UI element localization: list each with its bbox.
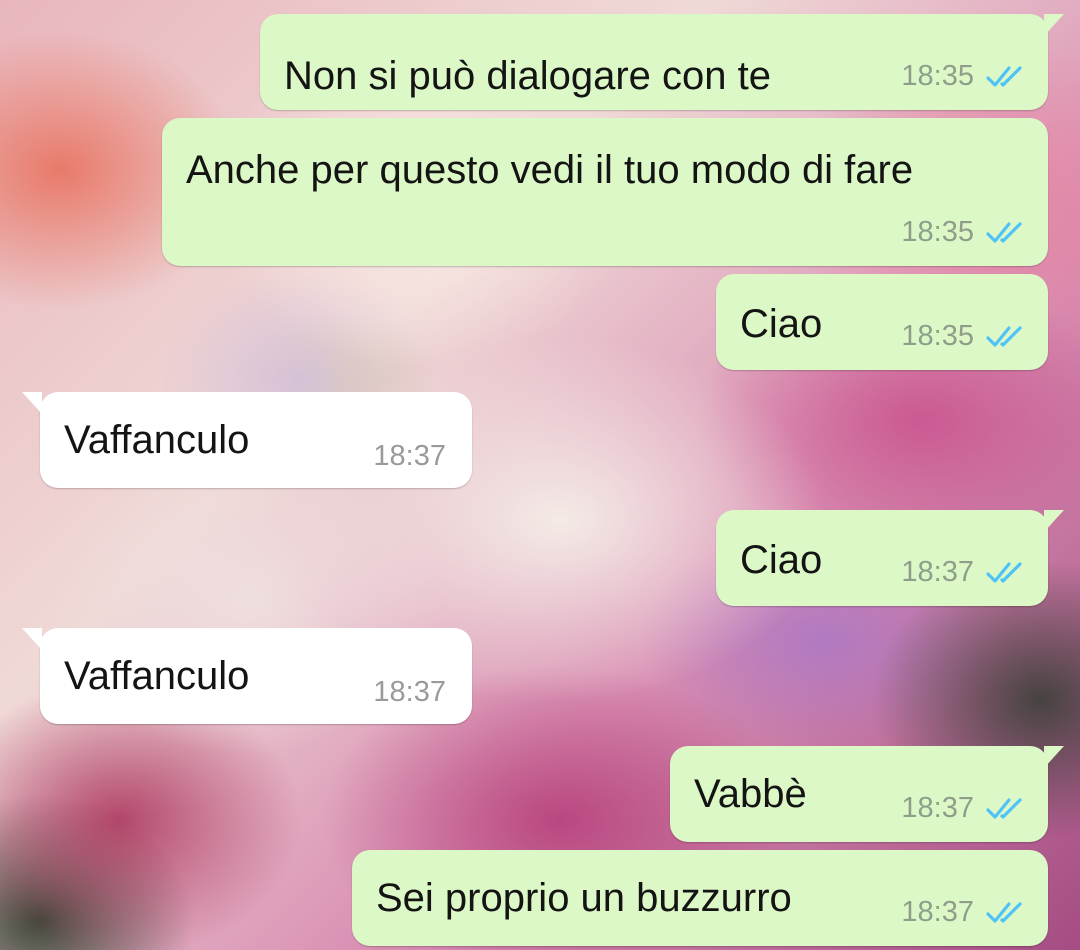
message-timestamp: 18:37 [373,440,446,472]
bubble-tail [1044,14,1064,36]
message-meta: 18:37 [901,794,1026,823]
message-text: Vabbè [694,772,807,816]
bubble-tail [1044,510,1064,532]
message-bubble-outgoing[interactable]: Vabbè 18:37 [670,746,1064,842]
message-text: Ciao [740,538,823,582]
message-timestamp: 18:37 [901,556,974,588]
message-timestamp: 18:35 [901,320,974,352]
bubble-tail [22,392,42,414]
message-meta: 18:35 [901,218,1026,247]
read-double-check-icon [986,901,1022,923]
message-bubble-outgoing[interactable]: Anche per questo vedi il tuo modo di far… [162,118,1048,266]
read-double-check-icon [986,65,1022,87]
read-double-check-icon [986,325,1022,347]
read-double-check-icon [986,797,1022,819]
message-bubble-incoming[interactable]: Vaffanculo 18:37 [22,628,472,724]
message-meta: 18:35 [901,62,1026,91]
message-bubble-outgoing[interactable]: Sei proprio un buzzurro 18:37 [352,850,1048,946]
message-text: Ciao [740,302,823,346]
message-text: Vaffanculo [64,654,250,698]
message-timestamp: 18:37 [901,896,974,928]
message-bubble-outgoing[interactable]: Ciao 18:35 [716,274,1048,370]
message-text: Non si può dialogare con te [284,54,771,98]
bubble-tail [22,628,42,650]
message-timestamp: 18:37 [901,792,974,824]
message-meta: 18:37 [373,678,446,707]
message-text: Sei proprio un buzzurro [376,876,792,920]
message-bubble-incoming[interactable]: Vaffanculo 18:37 [22,392,472,488]
message-text: Vaffanculo [64,418,250,462]
message-meta: 18:37 [373,442,446,471]
message-bubble-outgoing[interactable]: Ciao 18:37 [716,510,1064,606]
message-bubble-outgoing[interactable]: Non si può dialogare con te 18:35 [260,14,1064,110]
bubble-tail [1044,746,1064,768]
message-meta: 18:37 [901,898,1026,927]
read-double-check-icon [986,561,1022,583]
message-timestamp: 18:35 [901,216,974,248]
message-text: Anche per questo vedi il tuo modo di far… [186,148,914,192]
read-double-check-icon [986,221,1022,243]
message-timestamp: 18:35 [901,60,974,92]
message-timestamp: 18:37 [373,676,446,708]
message-meta: 18:37 [901,558,1026,587]
message-meta: 18:35 [901,322,1026,351]
